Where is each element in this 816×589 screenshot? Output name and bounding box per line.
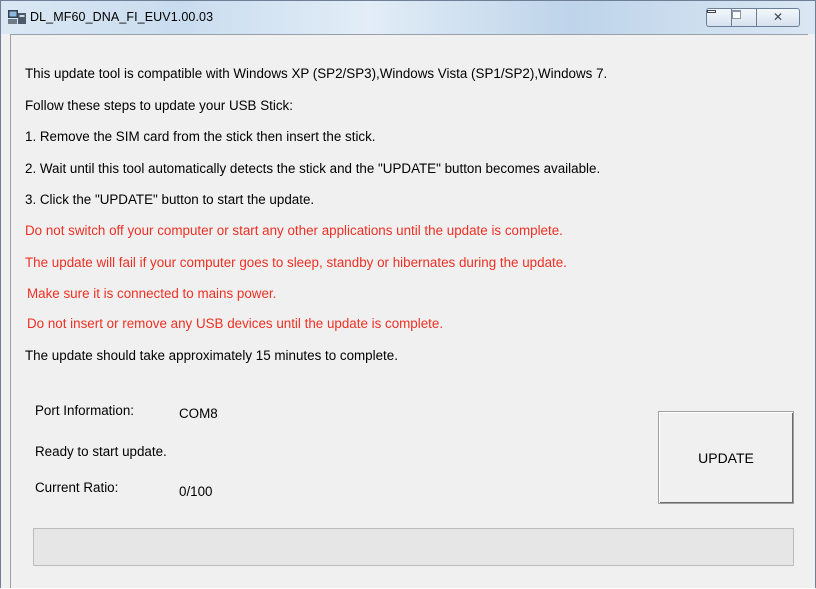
minimize-button[interactable] — [706, 8, 731, 27]
instruction-line: 1. Remove the SIM card from the stick th… — [25, 129, 376, 144]
window-controls: ✕ — [706, 8, 800, 27]
app-icon — [8, 10, 26, 24]
current-ratio-value: 0/100 — [179, 484, 213, 499]
maximize-icon — [732, 10, 741, 19]
warning-line: The update will fail if your computer go… — [25, 255, 567, 270]
instruction-line: 2. Wait until this tool automatically de… — [25, 161, 601, 176]
close-icon: ✕ — [772, 10, 784, 24]
instruction-line: The update should take approximately 15 … — [25, 348, 398, 363]
client-area — [10, 34, 808, 588]
port-info-value: COM8 — [179, 406, 218, 421]
instruction-line: This update tool is compatible with Wind… — [25, 66, 608, 81]
updater-window: DL_MF60_DNA_FI_EUV1.00.03 ✕ This update … — [0, 0, 816, 588]
update-progress-bar — [33, 528, 794, 566]
current-ratio-label: Current Ratio: — [35, 480, 119, 495]
instruction-line: 3. Click the "UPDATE" button to start th… — [25, 192, 315, 207]
warning-line: Make sure it is connected to mains power… — [27, 286, 277, 301]
instruction-line: Follow these steps to update your USB St… — [25, 98, 293, 113]
status-text: Ready to start update. — [35, 444, 167, 459]
port-info-label: Port Information: — [35, 403, 134, 418]
warning-line: Do not insert or remove any USB devices … — [27, 316, 444, 331]
window-title: DL_MF60_DNA_FI_EUV1.00.03 — [30, 10, 214, 24]
warning-line: Do not switch off your computer or start… — [25, 223, 563, 238]
update-button[interactable]: UPDATE — [658, 411, 794, 504]
title-bar[interactable]: DL_MF60_DNA_FI_EUV1.00.03 ✕ — [1, 1, 815, 34]
close-button[interactable]: ✕ — [756, 8, 800, 27]
maximize-button[interactable] — [731, 8, 756, 27]
minimize-icon — [707, 10, 716, 13]
